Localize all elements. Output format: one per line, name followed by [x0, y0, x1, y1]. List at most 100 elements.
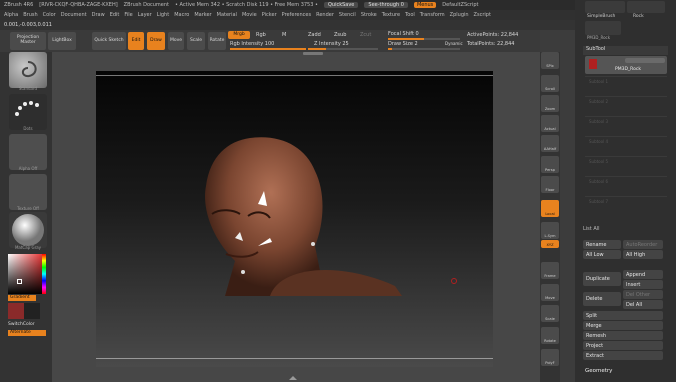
secondary-color[interactable]	[24, 303, 40, 319]
shelf-button-local[interactable]: Local	[541, 200, 559, 217]
menu-item-tool[interactable]: Tool	[405, 12, 415, 18]
draw-size-track[interactable]	[388, 48, 460, 50]
subtool-slot[interactable]: Subtool 2	[585, 96, 667, 114]
menu-item-draw[interactable]: Draw	[92, 12, 105, 18]
shelf-button-aahalf[interactable]: AAHalf	[541, 135, 559, 152]
shelf-button-polyf[interactable]: PolyF	[541, 349, 559, 366]
zsub-button[interactable]: Zsub	[334, 32, 346, 38]
lightbox-button[interactable]: LightBox	[48, 32, 76, 50]
subtool-slot[interactable]: Subtool 5	[585, 156, 667, 174]
menu-item-edit[interactable]: Edit	[110, 12, 120, 18]
autoreorder-button[interactable]: AutoReorder	[623, 240, 663, 249]
shelf-button-persp[interactable]: Persp	[541, 156, 559, 173]
z-intensity-track[interactable]	[308, 48, 378, 50]
menu-item-picker[interactable]: Picker	[262, 12, 277, 18]
scale-button[interactable]: Scale	[187, 32, 205, 50]
quick-sketch-button[interactable]: Quick Sketch	[92, 32, 126, 50]
quicksave-button[interactable]: QuickSave	[323, 2, 359, 8]
alpha-swatch[interactable]	[9, 134, 47, 170]
move-button[interactable]: Move	[168, 32, 184, 50]
geometry-section-header[interactable]: Geometry	[585, 368, 612, 374]
rotate-button[interactable]: Rotate	[208, 32, 226, 50]
subtool-slot[interactable]: Subtool 4	[585, 136, 667, 154]
color-picker-value[interactable]	[8, 254, 46, 294]
brush-swatch[interactable]	[9, 52, 47, 88]
subtool-slot[interactable]: Subtool 1	[585, 76, 667, 94]
shelf-button-spix[interactable]: SPix	[541, 52, 559, 69]
sculpted-head-model[interactable]	[140, 86, 410, 296]
shelf-button-xyz[interactable]: XYZ	[541, 240, 559, 248]
del-all-button[interactable]: Del All	[623, 300, 663, 309]
all-low-button[interactable]: All Low	[583, 250, 621, 259]
split-button[interactable]: Split	[583, 311, 663, 320]
menu-item-stroke[interactable]: Stroke	[361, 12, 377, 18]
default-zscript-button[interactable]: DefaultZScript	[442, 2, 478, 8]
menu-item-texture[interactable]: Texture	[382, 12, 400, 18]
rgb-button[interactable]: Rgb	[256, 32, 266, 38]
shelf-button-rotate[interactable]: Rotate	[541, 327, 559, 344]
project-button[interactable]: Project	[583, 341, 663, 350]
dynamic-button[interactable]: Dynamic	[445, 41, 463, 46]
zcut-button[interactable]: Zcut	[360, 32, 371, 38]
del-other-button[interactable]: Del Other	[623, 290, 663, 299]
material-swatch[interactable]	[9, 212, 47, 248]
top-scroll-handle[interactable]	[303, 52, 323, 55]
remesh-button[interactable]: Remesh	[583, 331, 663, 340]
rename-button[interactable]: Rename	[583, 240, 621, 249]
z-intensity-slider[interactable]: Z Intensity 25	[314, 41, 349, 47]
menu-item-layer[interactable]: Layer	[138, 12, 152, 18]
all-high-button[interactable]: All High	[623, 250, 663, 259]
subtool-header[interactable]: SubTool	[583, 46, 668, 55]
menu-item-alpha[interactable]: Alpha	[4, 12, 18, 18]
shelf-button-actual[interactable]: Actual	[541, 115, 559, 132]
menu-item-light[interactable]: Light	[157, 12, 169, 18]
menu-item-brush[interactable]: Brush	[23, 12, 37, 18]
menu-item-material[interactable]: Material	[217, 12, 237, 18]
menu-item-color[interactable]: Color	[43, 12, 56, 18]
menu-item-zscript[interactable]: Zscript	[474, 12, 491, 18]
shelf-button-scroll[interactable]: Scroll	[541, 75, 559, 92]
draw-button[interactable]: Draw	[147, 32, 165, 50]
shelf-button-floor[interactable]: Floor	[541, 176, 559, 193]
insert-button[interactable]: Insert	[623, 280, 663, 289]
menu-item-marker[interactable]: Marker	[194, 12, 211, 18]
tool-icon-rock[interactable]	[627, 1, 665, 13]
menus-button[interactable]: Menus	[413, 2, 437, 8]
edit-button[interactable]: Edit	[128, 32, 144, 50]
subtool-slot[interactable]: Subtool 6	[585, 176, 667, 194]
stroke-swatch[interactable]	[9, 94, 47, 130]
shelf-button-zoom[interactable]: Zoom	[541, 95, 559, 112]
gradient-button[interactable]: Gradient	[8, 295, 36, 301]
menu-item-zplugin[interactable]: Zplugin	[450, 12, 469, 18]
focal-shift-track[interactable]	[388, 38, 460, 40]
menu-item-render[interactable]: Render	[316, 12, 334, 18]
projection-master-button[interactable]: Projection Master	[10, 32, 46, 50]
rgb-intensity-slider[interactable]: Rgb Intensity 100	[230, 41, 274, 47]
rgb-intensity-track[interactable]	[230, 48, 306, 50]
draw-size-slider[interactable]: Draw Size 2	[388, 41, 418, 47]
shelf-button-l-sym[interactable]: L.Sym	[541, 222, 559, 239]
alternate-button[interactable]: Alternate	[8, 330, 46, 336]
duplicate-button[interactable]: Duplicate	[583, 272, 621, 286]
menu-item-file[interactable]: File	[124, 12, 132, 18]
shelf-button-frame[interactable]: Frame	[541, 262, 559, 279]
menu-item-movie[interactable]: Movie	[242, 12, 257, 18]
m-button[interactable]: M	[282, 32, 286, 38]
list-all-button[interactable]: List All	[583, 226, 600, 232]
primary-color[interactable]	[8, 303, 24, 319]
delete-button[interactable]: Delete	[583, 292, 621, 306]
subtool-active-row[interactable]: PM3D_Rock	[585, 56, 667, 74]
append-button[interactable]: Append	[623, 270, 663, 279]
menu-item-document[interactable]: Document	[61, 12, 87, 18]
menu-item-transform[interactable]: Transform	[420, 12, 445, 18]
see-through-slider[interactable]: See-through 0	[364, 2, 408, 8]
texture-swatch[interactable]	[9, 174, 47, 210]
switchcolor-button[interactable]: SwitchColor	[8, 322, 46, 328]
menu-item-macro[interactable]: Macro	[174, 12, 189, 18]
shelf-button-scale[interactable]: Scale	[541, 305, 559, 322]
mrgb-button[interactable]: Mrgb	[228, 31, 250, 39]
hue-strip[interactable]	[42, 254, 46, 294]
focal-shift-slider[interactable]: Focal Shift 0	[388, 31, 419, 37]
color-picker[interactable]	[8, 254, 46, 294]
merge-button[interactable]: Merge	[583, 321, 663, 330]
